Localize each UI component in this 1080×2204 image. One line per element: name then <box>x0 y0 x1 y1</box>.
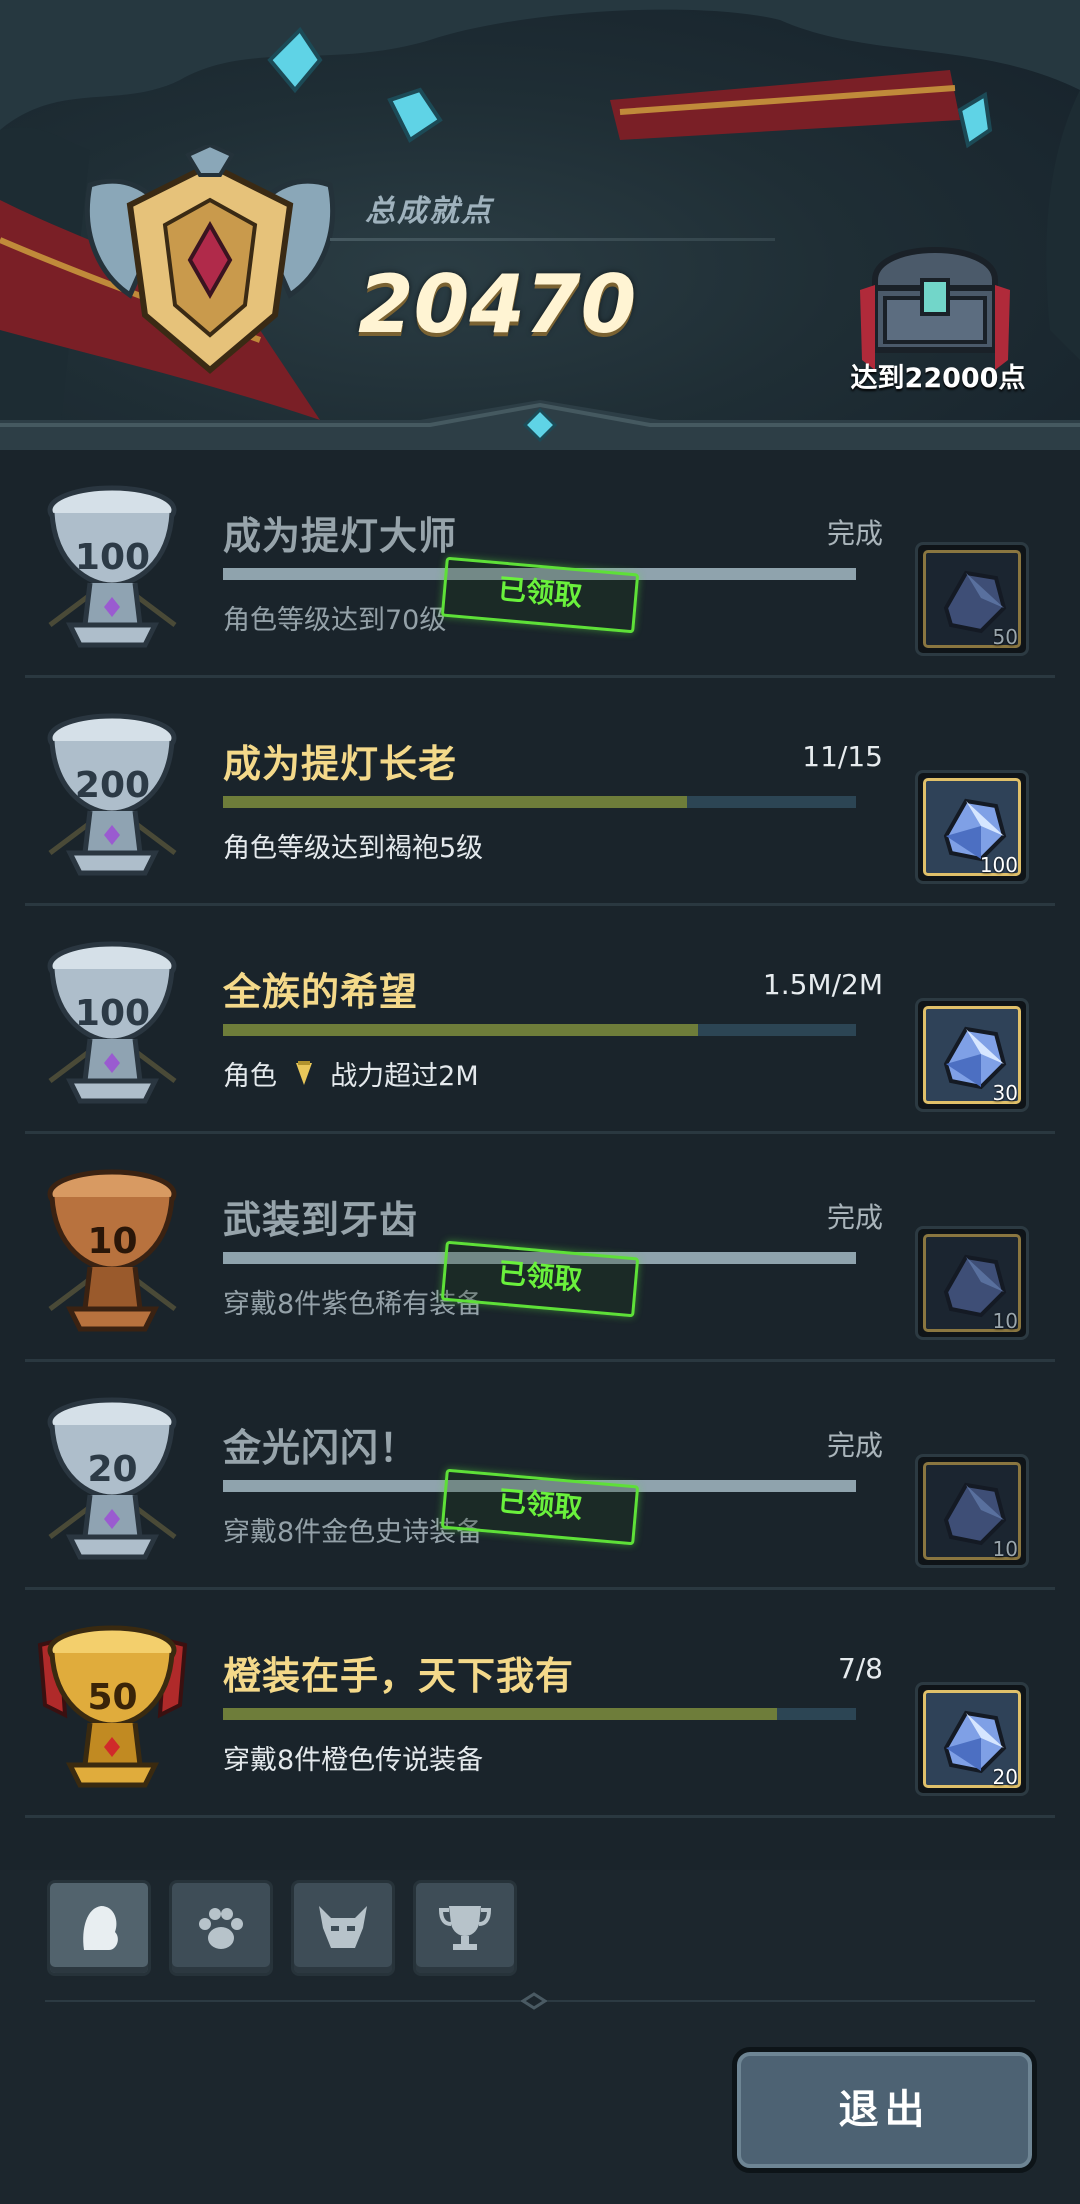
achievement-title: 武装到牙齿 <box>223 1198 419 1242</box>
reward-count: 100 <box>979 853 1018 877</box>
demon-mask-icon <box>319 1906 367 1948</box>
silver-trophy-icon: 20 <box>30 1387 195 1567</box>
achievement-row[interactable]: 50 橙装在手，天下我有 7/8 穿戴8件橙色传说装备 20 <box>25 1590 1055 1818</box>
achievement-progress-text: 1.5M/2M <box>762 968 883 1001</box>
achievement-row[interactable]: 20 金光闪闪！ 完成 穿戴8件金色史诗装备 已领取 10 <box>25 1362 1055 1590</box>
achievement-progress-text: 11/15 <box>802 740 883 773</box>
progress-bar <box>223 796 856 808</box>
exit-button[interactable]: 退出 <box>732 2047 1037 2173</box>
header-divider <box>330 238 775 241</box>
character-head-icon <box>83 1906 118 1950</box>
reward-count: 10 <box>992 1309 1018 1333</box>
reward-count: 10 <box>992 1537 1018 1561</box>
achievement-title: 成为提灯大师 <box>223 514 458 558</box>
bottom-panel: 退出 <box>0 1870 1080 2204</box>
silver-trophy-icon: 100 <box>30 931 195 1111</box>
silver-trophy-icon: 100 <box>30 475 195 655</box>
achievement-row[interactable]: 10 武装到牙齿 完成 穿戴8件紫色稀有装备 已领取 10 <box>25 1134 1055 1362</box>
progress-bar <box>223 1708 856 1720</box>
divider-ornament-icon <box>521 1992 547 2010</box>
paw-icon <box>199 1908 243 1949</box>
achievement-title: 成为提灯长老 <box>223 742 458 786</box>
achievement-progress-text: 7/8 <box>837 1652 883 1685</box>
chest-target-label: 达到22000点 <box>850 363 1026 394</box>
progress-bar <box>223 1024 856 1036</box>
progress-bar-fill <box>223 796 688 808</box>
trophy-points: 50 <box>87 1677 138 1718</box>
tab-monsters[interactable] <box>291 1880 395 1976</box>
progress-bar-fill <box>223 1708 777 1720</box>
reward-count: 30 <box>992 1081 1018 1105</box>
achievement-header: 总成就点 20470 达到22000点 <box>0 0 1080 450</box>
reward-slot[interactable]: 50 <box>915 542 1029 656</box>
trophy-icon <box>438 1906 492 1950</box>
reward-slot[interactable]: 30 <box>915 998 1029 1112</box>
gold-trophy-icon: 50 <box>30 1615 195 1795</box>
trophy-points: 100 <box>74 537 151 578</box>
tab-character[interactable] <box>47 1880 151 1976</box>
trophy-points: 20 <box>87 1449 138 1490</box>
reward-count: 20 <box>992 1765 1018 1789</box>
trophy-points: 200 <box>74 765 151 806</box>
achievement-title: 橙装在手，天下我有 <box>223 1654 575 1698</box>
description-prefix: 角色 <box>223 1061 277 1092</box>
achievement-title: 全族的希望 <box>223 970 419 1014</box>
achievement-description: 角色 战力超过2M <box>223 1054 479 1093</box>
tab-trophies[interactable] <box>413 1880 517 1976</box>
total-points-label: 总成就点 <box>365 194 493 229</box>
trophy-points: 10 <box>87 1221 138 1262</box>
achievement-progress-text: 完成 <box>826 1201 883 1234</box>
reward-count: 50 <box>992 625 1018 649</box>
bronze-trophy-icon: 10 <box>30 1159 195 1339</box>
achievement-description: 穿戴8件橙色传说装备 <box>223 1745 484 1776</box>
reward-slot[interactable]: 100 <box>915 770 1029 884</box>
silver-trophy-icon: 200 <box>30 703 195 883</box>
reward-slot[interactable]: 10 <box>915 1226 1029 1340</box>
achievement-progress-text: 完成 <box>826 1429 883 1462</box>
achievement-row[interactable]: 200 成为提灯长老 11/15 角色等级达到褐袍5级 100 <box>25 678 1055 906</box>
total-points-value: 20470 <box>358 258 637 351</box>
achievement-title: 金光闪闪！ <box>223 1426 419 1470</box>
reward-slot[interactable]: 20 <box>915 1682 1029 1796</box>
trophy-points: 100 <box>74 993 151 1034</box>
power-sword-icon <box>295 1061 312 1085</box>
reward-slot[interactable]: 10 <box>915 1454 1029 1568</box>
achievement-row[interactable]: 100 成为提灯大师 完成 角色等级达到70级 已领取 50 <box>25 450 1055 678</box>
achievement-description: 角色等级达到褐袍5级 <box>223 833 484 864</box>
treasure-chest-icon[interactable] <box>850 210 1020 380</box>
achievement-row[interactable]: 100 全族的希望 1.5M/2M 角色 战力超过2M 30 <box>25 906 1055 1134</box>
achievement-progress-text: 完成 <box>826 517 883 550</box>
tab-pets[interactable] <box>169 1880 273 1976</box>
achievement-description: 角色等级达到70级 <box>223 605 447 636</box>
achievement-badge-icon <box>84 145 336 374</box>
description-suffix: 战力超过2M <box>330 1061 479 1092</box>
progress-bar-fill <box>223 1024 698 1036</box>
achievement-list[interactable]: 100 成为提灯大师 完成 角色等级达到70级 已领取 50 200 成为提灯长… <box>0 450 1080 1870</box>
